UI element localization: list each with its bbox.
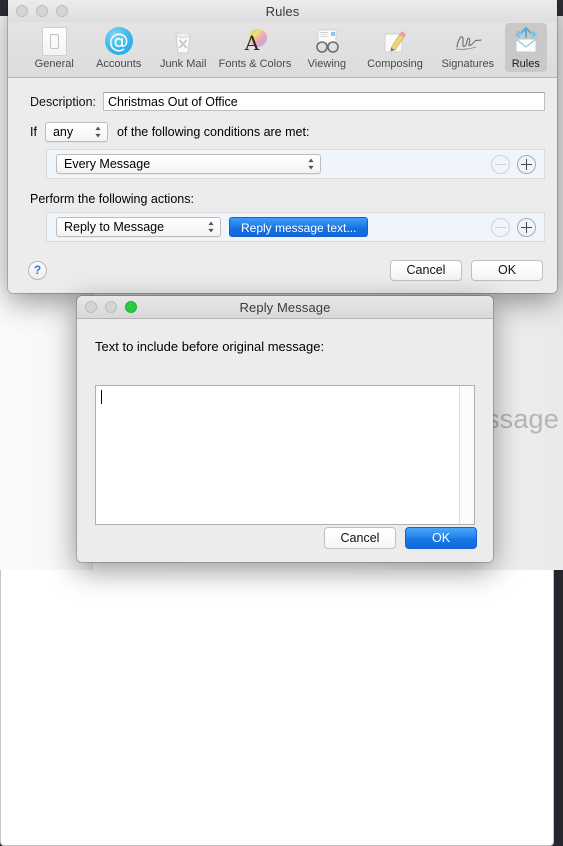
remove-action-button[interactable]	[491, 217, 510, 237]
toolbar-item-general[interactable]: General	[22, 23, 86, 72]
pencil-paper-icon	[379, 25, 411, 57]
remove-condition-button[interactable]	[491, 154, 510, 174]
font-color-icon: A	[239, 25, 271, 57]
add-action-button[interactable]	[517, 217, 536, 237]
reply-prompt-label: Text to include before original message:	[95, 339, 325, 354]
rules-cancel-button[interactable]: Cancel	[390, 259, 462, 281]
toolbar-label-signatures: Signatures	[441, 58, 495, 70]
if-label: If	[30, 125, 37, 139]
toolbar-label-accounts: Accounts	[96, 58, 142, 70]
svg-text:A: A	[244, 31, 260, 55]
zoom-button[interactable]	[125, 301, 137, 313]
reply-titlebar[interactable]: Reply Message	[77, 296, 493, 319]
reply-text-area-wrapper	[95, 385, 475, 525]
toolbar-item-viewing[interactable]: Viewing	[295, 23, 359, 72]
chevron-up-down-icon	[95, 126, 101, 138]
reply-footer: Cancel OK	[315, 527, 477, 549]
preferences-toolbar: General @ Accounts Junk Mail A Fonts & C…	[8, 22, 557, 78]
rules-window-controls	[16, 0, 68, 22]
close-button[interactable]	[16, 5, 28, 17]
reply-window-title: Reply Message	[239, 299, 331, 315]
description-input[interactable]: Christmas Out of Office	[103, 92, 545, 111]
condition-criterion-select[interactable]: Every Message	[56, 154, 321, 174]
condition-row: Every Message	[46, 149, 545, 179]
reply-cancel-button[interactable]: Cancel	[324, 527, 396, 549]
rules-window-title: Rules	[265, 3, 300, 19]
action-row: Reply to Message Reply message text...	[46, 212, 545, 242]
toolbar-label-fonts-colors: Fonts & Colors	[218, 58, 292, 70]
toolbar-item-signatures[interactable]: Signatures	[431, 23, 505, 72]
general-icon	[38, 25, 70, 57]
condition-sentence-suffix: of the following conditions are met:	[116, 125, 310, 139]
match-type-value: any	[52, 125, 74, 139]
toolbar-label-junk-mail: Junk Mail	[159, 58, 207, 70]
match-type-select[interactable]: any	[44, 122, 108, 142]
toolbar-label-composing: Composing	[367, 58, 423, 70]
description-row: Description: Christmas Out of Office	[8, 78, 557, 111]
help-button[interactable]: ?	[28, 260, 47, 280]
reply-message-body: Text to include before original message:…	[77, 319, 493, 562]
action-type-select[interactable]: Reply to Message	[56, 217, 221, 237]
zoom-button[interactable]	[56, 5, 68, 17]
actions-label: Perform the following actions:	[30, 192, 194, 206]
toolbar-item-junk-mail[interactable]: Junk Mail	[151, 23, 215, 72]
trash-x-icon	[167, 25, 199, 57]
rules-envelope-icon	[510, 25, 542, 57]
reply-message-window: Reply Message Text to include before ori…	[77, 296, 493, 562]
rules-form: Description: Christmas Out of Office If …	[8, 78, 557, 293]
toolbar-item-composing[interactable]: Composing	[359, 23, 431, 72]
reply-message-text-button[interactable]: Reply message text...	[229, 217, 369, 237]
toolbar-label-general: General	[34, 58, 74, 70]
toolbar-item-fonts-colors[interactable]: A Fonts & Colors	[215, 23, 294, 72]
chevron-up-down-icon	[208, 221, 214, 233]
rules-titlebar[interactable]: Rules	[8, 0, 557, 22]
condition-criterion-value: Every Message	[64, 157, 151, 171]
rules-footer: ? Cancel OK	[8, 247, 557, 293]
toolbar-label-rules: Rules	[511, 58, 540, 70]
description-label: Description:	[30, 94, 96, 109]
toolbar-label-viewing: Viewing	[307, 58, 346, 70]
at-sign-icon: @	[103, 25, 135, 57]
background-partial-text: ssage	[485, 404, 559, 434]
minimize-button[interactable]	[105, 301, 117, 313]
reply-ok-button[interactable]: OK	[405, 527, 477, 549]
minimize-button[interactable]	[36, 5, 48, 17]
signature-icon	[452, 25, 484, 57]
text-cursor	[101, 390, 102, 404]
toolbar-item-rules[interactable]: Rules	[504, 23, 547, 72]
add-condition-button[interactable]	[517, 154, 536, 174]
reply-text-area-scrollbar[interactable]	[459, 386, 474, 524]
rules-ok-button[interactable]: OK	[471, 259, 543, 281]
glasses-icon	[311, 25, 343, 57]
reply-text-area[interactable]	[96, 386, 459, 524]
close-button[interactable]	[85, 301, 97, 313]
rules-preferences-window: Rules General @ Accounts Junk Mail A Fon…	[8, 0, 557, 293]
condition-sentence-row: If any of the following conditions are m…	[8, 111, 557, 142]
toolbar-item-accounts[interactable]: @ Accounts	[86, 23, 150, 72]
action-type-value: Reply to Message	[64, 220, 165, 234]
chevron-up-down-icon	[308, 158, 314, 170]
reply-window-controls	[85, 296, 137, 318]
